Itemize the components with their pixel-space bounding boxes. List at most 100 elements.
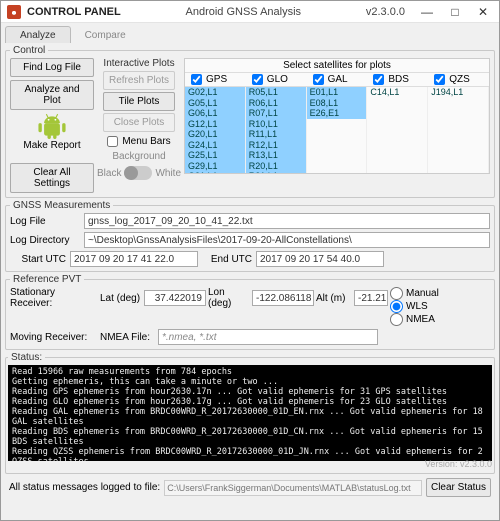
ref-legend: Reference PVT [10, 274, 84, 285]
log-dir-input[interactable]: ~\Desktop\GnssAnalysisFiles\2017-09-20-A… [84, 232, 490, 248]
footer-label: All status messages logged to file: [9, 482, 160, 493]
sat-item[interactable]: R10,L1 [246, 119, 306, 130]
lon-label: Lon (deg) [208, 287, 250, 309]
make-report-label: Make Report [23, 140, 80, 151]
tile-plots-button[interactable]: Tile Plots [103, 92, 175, 111]
analyze-plot-button[interactable]: Analyze and Plot [10, 80, 94, 110]
status-line: Read 15966 raw measurements from 784 epo… [12, 367, 488, 377]
sat-item[interactable]: R05,L1 [246, 87, 306, 98]
background-toggle-row: Background [112, 151, 165, 162]
bg-black-label: Black [97, 168, 121, 179]
status-line: Reading GPS ephemeris from hour2630.17n … [12, 387, 488, 397]
sat-item[interactable]: G06,L1 [185, 108, 245, 119]
refresh-plots-button[interactable]: Refresh Plots [103, 71, 175, 90]
radio-wls[interactable]: WLS [390, 300, 448, 313]
stationary-label: Stationary Receiver: [10, 287, 98, 309]
log-file-input[interactable]: gnss_log_2017_09_20_10_41_22.txt [84, 213, 490, 229]
tab-compare[interactable]: Compare [71, 27, 140, 43]
sat-head-bds[interactable]: BDS [367, 73, 428, 86]
sat-item[interactable]: G31,L1 [185, 171, 245, 173]
start-utc-input[interactable]: 2017 09 20 17 41 22.0 [70, 251, 198, 267]
sat-item[interactable]: G24,L1 [185, 140, 245, 151]
lat-label: Lat (deg) [100, 293, 142, 304]
sat-item[interactable]: E01,L1 [307, 87, 367, 98]
make-report-button[interactable]: Make Report [10, 113, 94, 151]
main-panel: Control Find Log File Analyze and Plot [1, 43, 499, 520]
status-line: Reading BDS ephemeris from BRDC00WRD_R_2… [12, 427, 488, 447]
status-legend: Status: [8, 352, 45, 363]
sat-caption: Select satellites for plots [185, 60, 489, 71]
interactive-plots-col: Interactive Plots Refresh Plots Tile Plo… [98, 58, 180, 193]
tabbar: Analyze Compare [1, 23, 499, 43]
clear-status-button[interactable]: Clear Status [426, 478, 491, 497]
sat-head-glo[interactable]: GLO [246, 73, 307, 86]
sat-col-glo: R05,L1R06,L1R07,L1R10,L1R11,L1R12,L1R13,… [246, 87, 307, 173]
sat-col-gps: G02,L1G05,L1G06,L1G12,L1G20,L1G24,L1G25,… [185, 87, 246, 173]
reference-pvt-panel: Reference PVT Stationary Receiver: Lat (… [5, 274, 495, 350]
sat-col-gal: E01,L1E08,L1E26,E1 [307, 87, 368, 173]
sat-item[interactable]: R20,L1 [246, 161, 306, 172]
clear-all-button[interactable]: Clear All Settings [10, 163, 94, 193]
nmea-file-label: NMEA File: [100, 332, 156, 343]
bg-white-label: White [155, 168, 181, 179]
alt-input[interactable]: -21.21 [354, 290, 388, 306]
close-plots-button[interactable]: Close Plots [103, 113, 175, 132]
android-icon [35, 113, 69, 139]
tab-analyze[interactable]: Analyze [5, 26, 71, 43]
lon-input[interactable]: -122.086118 [252, 290, 314, 306]
sat-head-gps[interactable]: GPS [185, 73, 246, 86]
sat-item[interactable]: J194,L1 [428, 87, 488, 98]
sat-item[interactable]: R06,L1 [246, 98, 306, 109]
minimize-button[interactable]: — [413, 2, 441, 22]
status-line: Reading GLO ephemeris from hour2630.17g … [12, 397, 488, 407]
app-window: CONTROL PANEL Android GNSS Analysis v2.3… [0, 0, 500, 521]
sat-head-gal[interactable]: GAL [307, 73, 368, 86]
maximize-button[interactable]: □ [441, 2, 469, 22]
start-utc-label: Start UTC [10, 254, 66, 265]
title-version: v2.3.0.0 [366, 6, 405, 18]
sat-col-qzs: J194,L1 [428, 87, 489, 173]
end-utc-label: End UTC [202, 254, 252, 265]
sat-item[interactable]: C14,L1 [367, 87, 427, 98]
sat-col-bds: C14,L1 [367, 87, 428, 173]
background-toggle[interactable] [124, 166, 152, 180]
close-button[interactable]: ✕ [469, 2, 497, 22]
sat-item[interactable]: G25,L1 [185, 150, 245, 161]
moving-label: Moving Receiver: [10, 332, 98, 343]
sat-item[interactable]: G12,L1 [185, 119, 245, 130]
find-log-button[interactable]: Find Log File [10, 58, 94, 77]
sat-item[interactable]: R11,L1 [246, 129, 306, 140]
footer: All status messages logged to file: C:\U… [5, 476, 495, 497]
sat-item[interactable]: G05,L1 [185, 98, 245, 109]
control-panel: Control Find Log File Analyze and Plot [5, 45, 495, 198]
sat-item[interactable]: G29,L1 [185, 161, 245, 172]
satellites-area: Select satellites for plots GPS GLO GAL … [184, 58, 490, 193]
control-legend: Control [10, 45, 48, 56]
log-file-label: Log File [10, 216, 80, 227]
control-col-left: Find Log File Analyze and Plot [10, 58, 94, 193]
title-left: CONTROL PANEL [27, 6, 121, 18]
version-label: Version: [425, 459, 458, 469]
sat-columns[interactable]: G02,L1G05,L1G06,L1G12,L1G20,L1G24,L1G25,… [185, 87, 489, 173]
sat-item[interactable]: R12,L1 [246, 140, 306, 151]
sat-head-qzs[interactable]: QZS [428, 73, 489, 86]
footer-path[interactable]: C:\Users\FrankSiggerman\Documents\MATLAB… [164, 480, 422, 496]
sat-item[interactable]: R21,L1 [246, 171, 306, 173]
sat-item[interactable]: E08,L1 [307, 98, 367, 109]
sat-item[interactable]: G02,L1 [185, 87, 245, 98]
lat-input[interactable]: 37.422019 [144, 290, 206, 306]
sat-item[interactable]: G20,L1 [185, 129, 245, 140]
app-logo-icon [7, 5, 21, 19]
sat-item[interactable]: R13,L1 [246, 150, 306, 161]
radio-nmea[interactable]: NMEA [390, 313, 448, 326]
status-console[interactable]: Read 15966 raw measurements from 784 epo… [8, 365, 492, 461]
nmea-file-input[interactable]: *.nmea, *.txt [158, 329, 378, 345]
radio-manual[interactable]: Manual [390, 287, 448, 300]
status-line: Getting ephemeris, this can take a minut… [12, 377, 488, 387]
sat-item[interactable]: R07,L1 [246, 108, 306, 119]
sat-headers: GPS GLO GAL BDS QZS [185, 72, 489, 87]
menu-bars-checkbox[interactable] [107, 136, 118, 147]
alt-label: Alt (m) [316, 293, 352, 304]
sat-item[interactable]: E26,E1 [307, 108, 367, 119]
end-utc-input[interactable]: 2017 09 20 17 54 40.0 [256, 251, 384, 267]
